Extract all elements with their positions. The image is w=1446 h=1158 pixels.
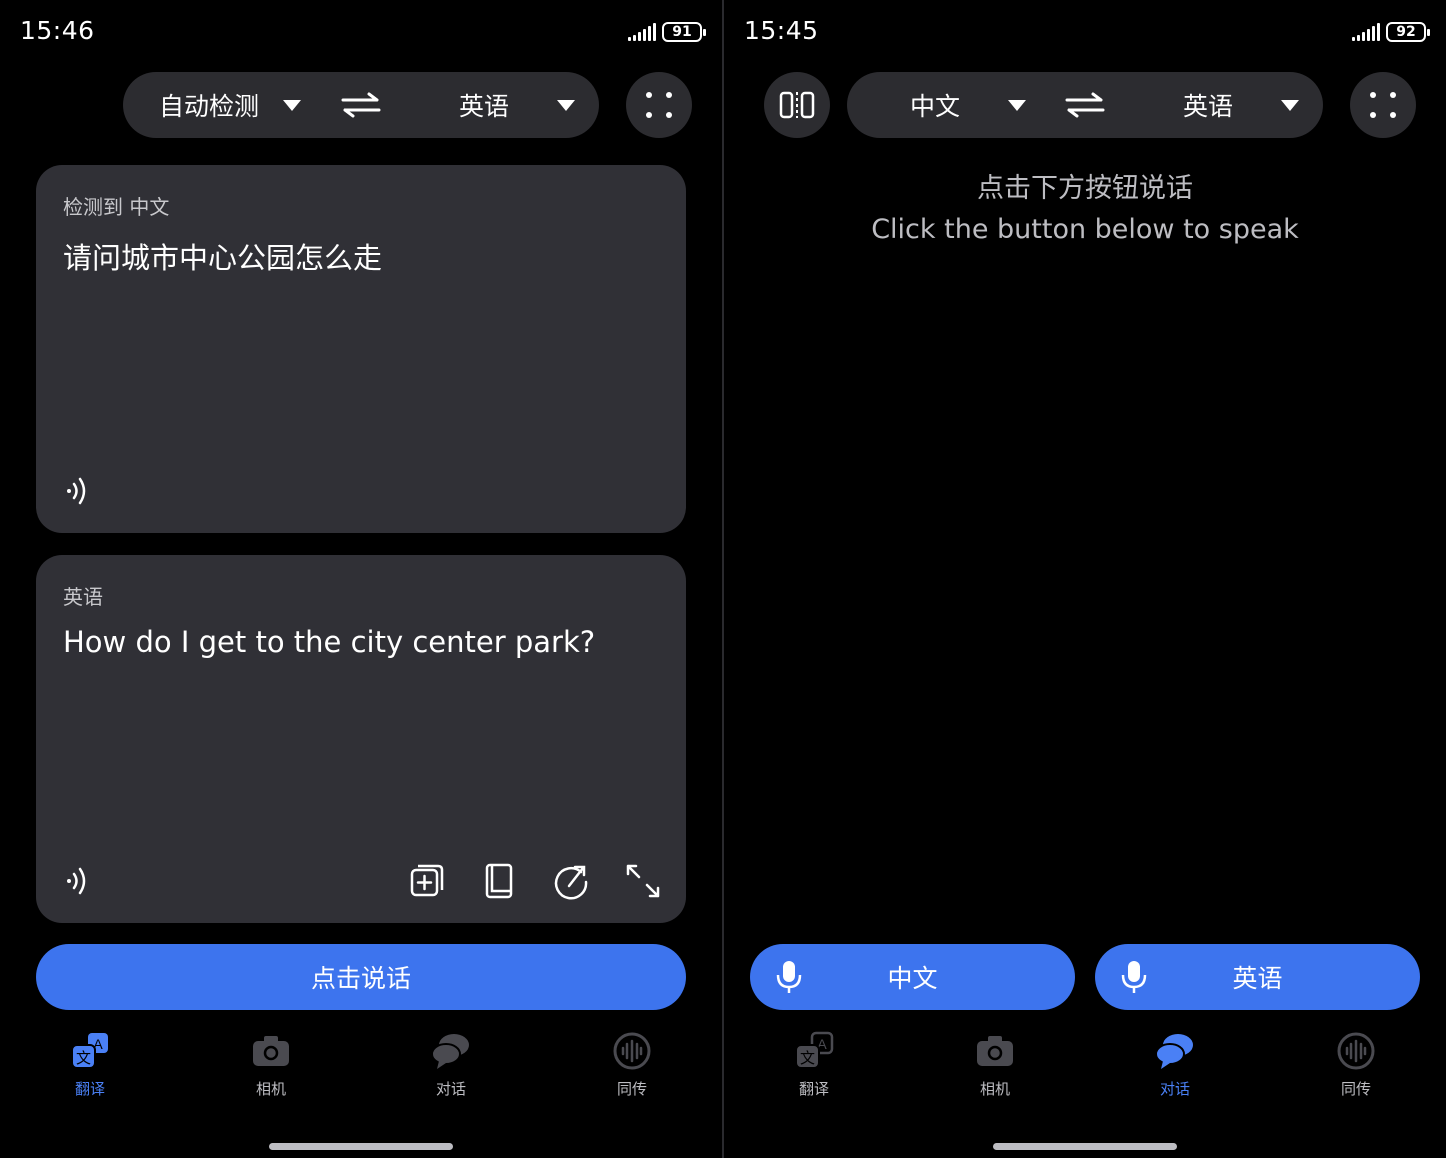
tab-conversation[interactable]: 对话 (1115, 1030, 1235, 1099)
status-time: 15:46 (20, 16, 95, 45)
target-language-dropdown[interactable]: 英语 (459, 72, 576, 138)
signal-icon (1352, 23, 1380, 41)
share-icon[interactable] (551, 861, 591, 901)
speak-english-button[interactable]: 英语 (1095, 944, 1420, 1010)
phrasebook-icon[interactable] (479, 861, 519, 901)
home-indicator[interactable] (269, 1143, 453, 1150)
svg-text:文: 文 (76, 1049, 91, 1067)
tab-camera[interactable]: 相机 (935, 1030, 1055, 1099)
copy-add-icon[interactable] (407, 861, 447, 901)
chevron-down-icon (557, 99, 576, 111)
translate-icon: A 文 (795, 1031, 834, 1069)
bottom-navigation: A 文 翻译 相机 对话 同传 (724, 1030, 1446, 1110)
target-language-dropdown[interactable]: 英语 (1183, 72, 1300, 138)
speak-prompt-english: Click the button below to speak (871, 214, 1299, 245)
tab-camera[interactable]: 相机 (211, 1030, 331, 1099)
chat-bubbles-icon (431, 1034, 469, 1069)
battery-icon: 92 (1386, 22, 1430, 42)
status-time: 15:45 (744, 16, 819, 45)
camera-icon (977, 1036, 1013, 1066)
tab-simultaneous[interactable]: 同传 (572, 1030, 692, 1099)
tab-conversation[interactable]: 对话 (391, 1030, 511, 1099)
chat-bubbles-icon (1155, 1034, 1193, 1069)
battery-icon: 91 (662, 22, 706, 42)
source-text-card[interactable]: 检测到 中文 请问城市中心公园怎么走 (36, 165, 686, 533)
status-icons: 92 (1352, 22, 1430, 42)
tab-label: 翻译 (798, 1080, 829, 1098)
source-text[interactable]: 请问城市中心公园怎么走 (63, 235, 382, 277)
chevron-down-icon (1281, 99, 1300, 111)
dots-grid-icon (1370, 92, 1396, 118)
svg-text:文: 文 (800, 1049, 815, 1067)
signal-icon (628, 23, 656, 41)
conversation-screen: 15:45 92 中文 英语 点击下方按钮说话 Click the button… (724, 0, 1446, 1158)
speaker-icon[interactable] (58, 861, 98, 901)
camera-icon (253, 1036, 289, 1066)
home-indicator[interactable] (993, 1143, 1177, 1150)
microphone-icon (776, 961, 802, 993)
split-screen-icon (779, 91, 815, 119)
tab-simultaneous[interactable]: 同传 (1296, 1030, 1416, 1099)
more-menu-button[interactable] (1350, 72, 1416, 138)
tab-label: 相机 (255, 1080, 286, 1098)
tap-to-speak-button[interactable]: 点击说话 (36, 944, 686, 1010)
source-language-label: 中文 (910, 92, 961, 121)
bottom-navigation: A 文 翻译 相机 对话 同传 (0, 1030, 722, 1110)
target-language-label: 英语 (459, 92, 510, 121)
simultaneous-interpretation-icon (1337, 1032, 1375, 1070)
fullscreen-icon[interactable] (623, 861, 663, 901)
target-language-label: 英语 (1183, 92, 1234, 121)
microphone-icon (1121, 961, 1147, 993)
tab-translate[interactable]: A 文 翻译 (754, 1030, 874, 1099)
simultaneous-interpretation-icon (613, 1032, 651, 1070)
translated-text[interactable]: How do I get to the city center park? (63, 625, 595, 659)
source-language-label: 自动检测 (159, 92, 260, 121)
translate-icon: A 文 (71, 1033, 108, 1069)
swap-languages-icon[interactable] (341, 92, 381, 118)
dots-grid-icon (646, 92, 672, 118)
tab-label: 相机 (979, 1080, 1010, 1098)
source-language-dropdown[interactable]: 自动检测 (159, 72, 302, 138)
split-view-button[interactable] (764, 72, 830, 138)
translation-card[interactable]: 英语 How do I get to the city center park? (36, 555, 686, 923)
speak-english-label: 英语 (1232, 964, 1283, 993)
source-language-dropdown[interactable]: 中文 (910, 72, 1027, 138)
language-selector: 自动检测 英语 (123, 72, 599, 138)
speak-chinese-button[interactable]: 中文 (750, 944, 1075, 1010)
chevron-down-icon (1008, 99, 1027, 111)
tab-translate[interactable]: A 文 翻译 (30, 1030, 150, 1099)
detected-language-label: 检测到 中文 (63, 195, 170, 219)
speak-chinese-label: 中文 (887, 964, 938, 993)
tab-label: 翻译 (74, 1080, 105, 1098)
translate-screen: 15:46 91 自动检测 英语 检测到 中文 请问城市中心公园怎么走 英语 H… (0, 0, 722, 1158)
more-menu-button[interactable] (626, 72, 692, 138)
target-language-label: 英语 (63, 585, 103, 609)
speaker-icon[interactable] (58, 471, 98, 511)
tab-label: 对话 (1159, 1080, 1190, 1098)
tab-label: 对话 (435, 1080, 466, 1098)
swap-languages-icon[interactable] (1065, 92, 1105, 118)
status-icons: 91 (628, 22, 706, 42)
speak-prompt-chinese: 点击下方按钮说话 (977, 173, 1193, 204)
chevron-down-icon (283, 99, 302, 111)
tab-label: 同传 (616, 1080, 647, 1098)
language-selector: 中文 英语 (847, 72, 1323, 138)
tab-label: 同传 (1340, 1080, 1371, 1098)
